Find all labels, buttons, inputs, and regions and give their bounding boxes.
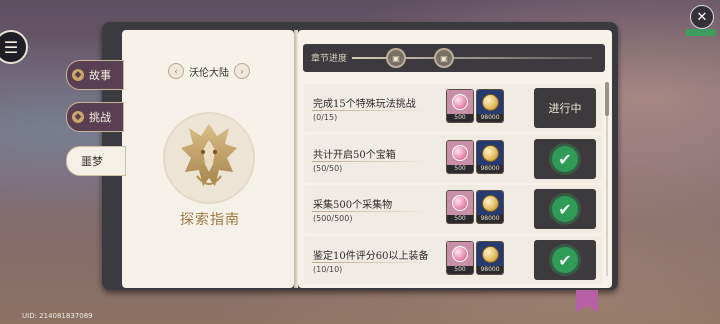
task-status-completed: ✔ [534,139,596,179]
gem-icon [452,145,468,161]
emblem-frame [163,112,255,204]
region-name: 沃伦大陆 [189,67,229,79]
coin-icon [481,245,499,263]
task-name: 共计开启50个宝箱 [313,150,396,161]
task-progress: (0/15) [313,113,338,122]
gem-icon [452,246,468,262]
reward-quantity: 98000 [477,165,503,173]
reward-coin[interactable]: 98000 [476,89,504,123]
milestone-chest-1[interactable]: ▣ [386,48,406,68]
reward-quantity: 98000 [477,215,503,223]
chevron-right-icon: › [240,66,244,76]
task-progress: (50/50) [313,164,343,173]
chapter-progress-label: 章节进度 [311,54,348,64]
region-prev-button[interactable]: ‹ [168,63,184,79]
task-name: 完成15个特殊玩法挑战 [313,99,416,110]
reward-gem[interactable]: 500 [446,89,474,123]
task-row: 鉴定10件评分60以上装备 (10/10) 500 98000 ✔ [304,236,602,284]
milestone-chest-2[interactable]: ▣ [434,48,454,68]
task-name: 采集500个采集物 [313,200,393,211]
tab-nightmare-label: 噩梦 [81,155,103,168]
reward-coin[interactable]: 98000 [476,241,504,275]
reward-quantity: 500 [447,266,473,274]
task-row: 共计开启50个宝箱 (50/50) 500 98000 ✔ [304,135,602,183]
guide-title: 探索指南 [180,212,240,228]
task-name: 鉴定10件评分60以上装备 [313,251,429,262]
reward-quantity: 98000 [477,114,503,122]
reward-coin[interactable]: 98000 [476,190,504,224]
reward-gem[interactable]: 500 [446,241,474,275]
close-indicator [686,29,716,36]
region-next-button[interactable]: › [234,63,250,79]
close-icon: ✕ [696,9,708,25]
reward-gem[interactable]: 500 [446,190,474,224]
chevron-left-icon: ‹ [174,66,178,76]
tab-story-icon: ◆ [72,69,84,81]
status-label: 进行中 [548,102,582,115]
coin-icon [481,194,499,212]
task-progress: (10/10) [313,265,343,274]
chest-icon: ▣ [440,53,448,63]
task-status-completed: ✔ [534,240,596,280]
check-icon: ✔ [552,247,578,273]
dragon-emblem-icon [181,124,237,186]
task-progress: (500/500) [313,214,353,223]
tab-challenge-icon: ◆ [72,111,84,123]
scrollbar-thumb[interactable] [605,82,609,116]
tab-nightmare[interactable]: 噩梦 [66,146,126,176]
region-selector: ‹ 沃伦大陆 › [168,62,250,80]
bookmark-ribbon [576,290,598,312]
coin-icon [481,93,499,111]
coin-icon [481,144,499,162]
reward-quantity: 500 [447,215,473,223]
task-underline [312,262,432,263]
check-icon: ✔ [552,196,578,222]
tab-challenge-label: 挑战 [89,111,111,124]
task-status-completed: ✔ [534,189,596,229]
tab-story-label: 故事 [89,69,111,82]
task-underline [312,110,432,111]
chest-icon: ▣ [392,53,400,63]
tab-challenge[interactable]: ◆ 挑战 [66,102,124,132]
reward-gem[interactable]: 500 [446,140,474,174]
reward-quantity: 500 [447,114,473,122]
check-icon: ✔ [552,146,578,172]
task-row: 采集500个采集物 (500/500) 500 98000 ✔ [304,185,602,233]
gem-icon [452,94,468,110]
user-id: UID: 214081837089 [22,312,93,320]
task-row: 完成15个特殊玩法挑战 (0/15) 500 98000 进行中 [304,84,602,132]
task-underline [312,161,432,162]
tab-story[interactable]: ◆ 故事 [66,60,124,90]
reward-quantity: 98000 [477,266,503,274]
task-underline [312,211,432,212]
task-status-in-progress: 进行中 [534,88,596,128]
close-button[interactable]: ✕ [690,5,714,29]
reward-quantity: 500 [447,165,473,173]
reward-coin[interactable]: 98000 [476,140,504,174]
menu-icon: ☰ [3,37,19,57]
gem-icon [452,195,468,211]
